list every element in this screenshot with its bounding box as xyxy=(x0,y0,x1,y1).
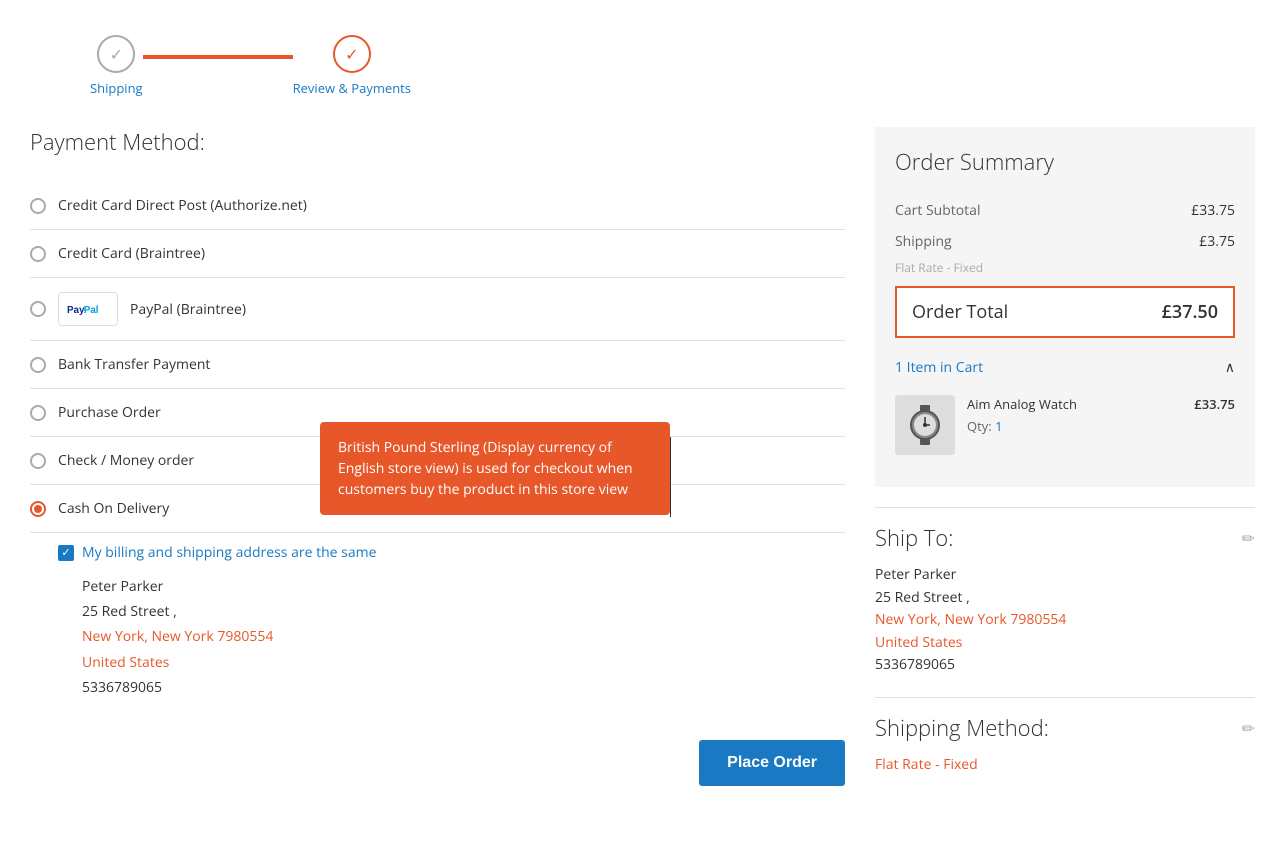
ship-to-name: Peter Parker xyxy=(875,565,1255,584)
progress-steps: ✓ Shipping ✓ Review & Payments xyxy=(30,20,1255,117)
bank-label: Bank Transfer Payment xyxy=(58,355,210,374)
cart-item-price: £33.75 xyxy=(1194,395,1235,455)
address-street: 25 Red Street , xyxy=(82,599,845,624)
svg-text:Pay: Pay xyxy=(67,305,85,316)
billing-address-block: Peter Parker 25 Red Street , New York, N… xyxy=(58,574,845,700)
cart-items-count-title: 1 Item in Cart xyxy=(895,358,983,377)
order-total-amount: £37.50 xyxy=(1162,300,1218,324)
shipping-method-title: Shipping Method: xyxy=(875,713,1049,743)
payment-option-bank[interactable]: Bank Transfer Payment xyxy=(30,341,845,389)
paypal-label: PayPal (Braintree) xyxy=(130,300,246,319)
shipping-row: Shipping £3.75 xyxy=(895,226,1235,257)
billing-checkbox-row[interactable]: ✓ My billing and shipping address are th… xyxy=(58,543,845,562)
ship-to-country: United States xyxy=(875,632,1255,654)
order-summary-title: Order Summary xyxy=(895,147,1235,177)
cc-braintree-label: Credit Card (Braintree) xyxy=(58,244,205,263)
purchase-label: Purchase Order xyxy=(58,403,161,422)
radio-cc-direct[interactable] xyxy=(30,198,46,214)
payment-option-paypal[interactable]: Pay Pal PayPal (Braintree) xyxy=(30,278,845,341)
cart-subtotal-row: Cart Subtotal £33.75 xyxy=(895,195,1235,226)
radio-bank[interactable] xyxy=(30,357,46,373)
cart-item-name: Aim Analog Watch xyxy=(967,395,1182,413)
ship-to-edit-icon[interactable]: ✏ xyxy=(1242,527,1255,549)
cart-subtotal-label: Cart Subtotal xyxy=(895,201,981,220)
svg-text:Pal: Pal xyxy=(84,305,99,316)
shipping-circle: ✓ xyxy=(97,35,135,73)
shipping-label: Shipping xyxy=(90,79,143,97)
shipping-method-section: Shipping Method: ✏ Flat Rate - Fixed xyxy=(875,697,1255,789)
left-panel: Payment Method: Credit Card Direct Post … xyxy=(30,127,845,794)
shipping-label: Shipping xyxy=(895,232,952,251)
ship-to-phone: 5336789065 xyxy=(875,654,1255,676)
cc-direct-label: Credit Card Direct Post (Authorize.net) xyxy=(58,196,307,215)
step-shipping: ✓ Shipping xyxy=(90,35,143,97)
right-panel: Order Summary Cart Subtotal £33.75 Shipp… xyxy=(875,127,1255,794)
billing-checkbox[interactable]: ✓ xyxy=(58,545,74,561)
ship-to-title: Ship To: xyxy=(875,523,953,553)
radio-cc-braintree[interactable] xyxy=(30,246,46,262)
cart-items-label: Item in Cart xyxy=(907,358,983,377)
cart-item-qty: Qty: 1 xyxy=(967,417,1182,435)
address-country: United States xyxy=(82,650,845,675)
shipping-subtext: Flat Rate - Fixed xyxy=(895,259,1235,276)
cart-item: Aim Analog Watch Qty: 1 £33.75 xyxy=(895,383,1235,467)
order-total-row: Order Total £37.50 xyxy=(895,286,1235,338)
shipping-method-edit-icon[interactable]: ✏ xyxy=(1242,717,1255,739)
ship-to-street: 25 Red Street , xyxy=(875,587,1255,609)
cash-label: Cash On Delivery xyxy=(58,499,169,518)
check-label: Check / Money order xyxy=(58,451,194,470)
radio-cash[interactable] xyxy=(30,501,46,517)
shipping-value: £3.75 xyxy=(1199,232,1235,251)
payment-option-cc-direct[interactable]: Credit Card Direct Post (Authorize.net) xyxy=(30,182,845,230)
review-label: Review & Payments xyxy=(293,79,411,97)
address-name: Peter Parker xyxy=(82,574,845,599)
radio-purchase[interactable] xyxy=(30,405,46,421)
chevron-up-icon[interactable]: ∧ xyxy=(1225,358,1235,377)
order-total-label: Order Total xyxy=(912,300,1008,324)
cart-item-details: Aim Analog Watch Qty: 1 xyxy=(967,395,1182,455)
cod-details: ✓ My billing and shipping address are th… xyxy=(30,533,845,710)
tooltip-line xyxy=(670,437,671,517)
ship-to-city: New York, New York 7980554 xyxy=(875,609,1255,631)
cart-subtotal-value: £33.75 xyxy=(1191,201,1235,220)
tooltip-box: British Pound Sterling (Display currency… xyxy=(320,422,670,515)
paypal-logo: Pay Pal xyxy=(58,292,118,326)
radio-check[interactable] xyxy=(30,453,46,469)
ship-to-section: Ship To: ✏ Peter Parker 25 Red Street , … xyxy=(875,507,1255,692)
shipping-method-header: Shipping Method: ✏ xyxy=(875,713,1255,743)
review-circle: ✓ xyxy=(333,35,371,73)
radio-paypal[interactable] xyxy=(30,301,46,317)
shipping-method-value: Flat Rate - Fixed xyxy=(875,755,1255,774)
place-order-button[interactable]: Place Order xyxy=(699,740,845,786)
payment-method-title: Payment Method: xyxy=(30,127,845,157)
address-phone: 5336789065 xyxy=(82,675,845,700)
ship-to-header: Ship To: ✏ xyxy=(875,523,1255,553)
order-summary-box: Order Summary Cart Subtotal £33.75 Shipp… xyxy=(875,127,1255,487)
cart-items-count: 1 xyxy=(895,358,903,377)
payment-option-cc-braintree[interactable]: Credit Card (Braintree) xyxy=(30,230,845,278)
address-city: New York, New York 7980554 xyxy=(82,624,845,649)
step-line xyxy=(143,55,293,59)
billing-checkbox-label: My billing and shipping address are the … xyxy=(82,543,376,562)
cart-items-header[interactable]: 1 Item in Cart ∧ xyxy=(895,348,1235,383)
cart-item-image xyxy=(895,395,955,455)
step-review: ✓ Review & Payments xyxy=(293,35,411,97)
